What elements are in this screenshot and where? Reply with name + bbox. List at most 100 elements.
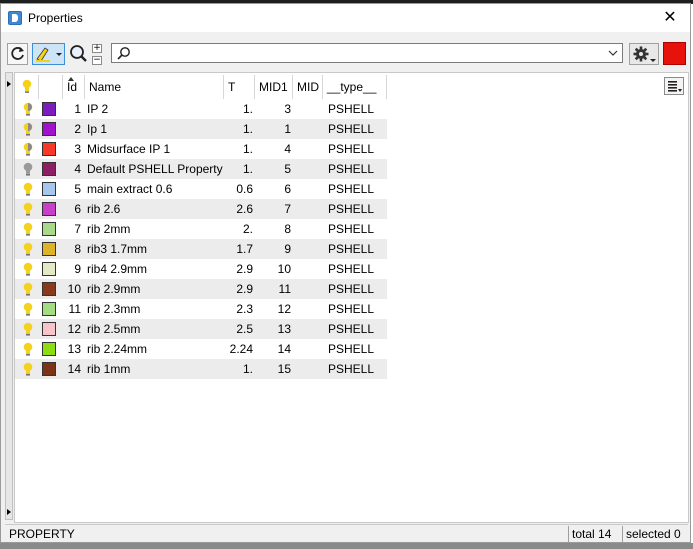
lightbulb-icon[interactable] bbox=[23, 282, 33, 296]
header-name[interactable]: Name bbox=[85, 75, 224, 99]
chevron-down-icon[interactable] bbox=[608, 46, 618, 60]
column-chooser-button[interactable] bbox=[664, 77, 684, 95]
table-row[interactable]: 10 rib 2.9mm 2.9 11 PSHELL bbox=[15, 279, 387, 299]
cell-name: Midsurface IP 1 bbox=[87, 142, 171, 156]
zoom-button[interactable] bbox=[68, 43, 89, 65]
cell-id: 5 bbox=[74, 182, 81, 196]
lightbulb-icon[interactable] bbox=[23, 142, 33, 156]
color-swatch[interactable] bbox=[42, 182, 56, 196]
color-button[interactable] bbox=[663, 42, 686, 65]
cell-mid1: 5 bbox=[284, 162, 291, 176]
close-icon: ✕ bbox=[663, 9, 677, 26]
cell-name: main extract 0.6 bbox=[87, 182, 173, 196]
cell-t: 1. bbox=[242, 102, 253, 116]
lightbulb-icon[interactable] bbox=[23, 302, 33, 316]
table-row[interactable]: 11 rib 2.3mm 2.3 12 PSHELL bbox=[15, 299, 387, 319]
header-color[interactable] bbox=[39, 75, 63, 99]
table-row[interactable]: 2 Ip 1 1. 1 PSHELL bbox=[15, 119, 387, 139]
table-row[interactable]: 3 Midsurface IP 1 1. 4 PSHELL bbox=[15, 139, 387, 159]
header-visibility[interactable] bbox=[15, 75, 39, 99]
lightbulb-icon[interactable] bbox=[23, 182, 33, 196]
table-row[interactable]: 12 rib 2.5mm 2.5 13 PSHELL bbox=[15, 319, 387, 339]
lightbulb-icon[interactable] bbox=[23, 342, 33, 356]
expand-arrow-icon bbox=[7, 81, 11, 87]
highlight-icon bbox=[36, 47, 62, 62]
lightbulb-icon[interactable] bbox=[23, 262, 33, 276]
color-swatch[interactable] bbox=[42, 102, 56, 116]
search-input[interactable] bbox=[134, 45, 594, 61]
cell-t: 2.3 bbox=[236, 302, 253, 316]
header-mid[interactable]: MID bbox=[293, 75, 323, 99]
table-row[interactable]: 4 Default PSHELL Property 1. 5 PSHELL bbox=[15, 159, 387, 179]
table-row[interactable]: 5 main extract 0.6 0.6 6 PSHELL bbox=[15, 179, 387, 199]
color-swatch[interactable] bbox=[42, 262, 56, 276]
cell-mid bbox=[293, 339, 321, 359]
cell-mid bbox=[293, 279, 321, 299]
cell-id: 14 bbox=[67, 362, 81, 376]
table-row[interactable]: 14 rib 1mm 1. 15 PSHELL bbox=[15, 359, 387, 379]
settings-button[interactable] bbox=[629, 43, 659, 65]
table-row[interactable]: 9 rib4 2.9mm 2.9 10 PSHELL bbox=[15, 259, 387, 279]
table-row[interactable]: 6 rib 2.6 2.6 7 PSHELL bbox=[15, 199, 387, 219]
cell-mid bbox=[293, 139, 321, 159]
cell-name: rib 2mm bbox=[87, 222, 131, 236]
close-button[interactable]: ✕ bbox=[650, 4, 690, 32]
cell-type: PSHELL bbox=[328, 122, 375, 136]
cell-name: rib 1mm bbox=[87, 362, 131, 376]
lightbulb-icon[interactable] bbox=[23, 122, 33, 136]
lightbulb-icon[interactable] bbox=[23, 322, 33, 336]
header-id-label: Id bbox=[67, 80, 78, 94]
cell-mid1: 1 bbox=[284, 122, 291, 136]
cell-mid1: 10 bbox=[277, 262, 291, 276]
header-type-label: __type__ bbox=[327, 80, 377, 94]
left-collapse-strip[interactable] bbox=[5, 72, 13, 520]
refresh-button[interactable] bbox=[7, 43, 28, 65]
table-row[interactable]: 1 IP 2 1. 3 PSHELL bbox=[15, 99, 387, 119]
lightbulb-icon[interactable] bbox=[23, 102, 33, 116]
column-chooser-icon bbox=[668, 81, 682, 92]
lightbulb-icon[interactable] bbox=[23, 242, 33, 256]
table-row[interactable]: 13 rib 2.24mm 2.24 14 PSHELL bbox=[15, 339, 387, 359]
search-field[interactable] bbox=[111, 43, 623, 63]
header-mid1[interactable]: MID1 bbox=[255, 75, 293, 99]
cell-mid1: 8 bbox=[284, 222, 291, 236]
header-id[interactable]: Id bbox=[63, 75, 85, 99]
color-swatch[interactable] bbox=[42, 242, 56, 256]
table-row[interactable]: 7 rib 2mm 2. 8 PSHELL bbox=[15, 219, 387, 239]
cell-id: 1 bbox=[74, 102, 81, 116]
color-swatch[interactable] bbox=[42, 142, 56, 156]
cell-name: rib 2.3mm bbox=[87, 302, 141, 316]
header-type[interactable]: __type__ bbox=[323, 75, 387, 99]
cell-type: PSHELL bbox=[328, 282, 375, 296]
title-bar: Properties ✕ bbox=[1, 4, 690, 32]
cell-id: 3 bbox=[74, 142, 81, 156]
color-swatch[interactable] bbox=[42, 122, 56, 136]
color-swatch[interactable] bbox=[42, 342, 56, 356]
cell-name: IP 2 bbox=[87, 102, 109, 116]
lightbulb-icon[interactable] bbox=[23, 222, 33, 236]
cell-mid1: 6 bbox=[284, 182, 291, 196]
color-swatch[interactable] bbox=[42, 162, 56, 176]
minus-button[interactable]: − bbox=[92, 56, 102, 65]
color-swatch[interactable] bbox=[42, 282, 56, 296]
color-swatch[interactable] bbox=[42, 202, 56, 216]
color-swatch[interactable] bbox=[42, 322, 56, 336]
color-swatch[interactable] bbox=[42, 302, 56, 316]
header-t[interactable]: T bbox=[224, 75, 255, 99]
status-selected: selected 0 bbox=[622, 526, 684, 542]
status-bar: PROPERTY total 14 selected 0 bbox=[5, 524, 688, 543]
plus-button[interactable]: + bbox=[92, 44, 102, 53]
cell-id: 8 bbox=[74, 242, 81, 256]
lightbulb-icon[interactable] bbox=[23, 202, 33, 216]
color-swatch[interactable] bbox=[42, 222, 56, 236]
lightbulb-icon[interactable] bbox=[23, 362, 33, 376]
cell-mid1: 4 bbox=[284, 142, 291, 156]
status-total: total 14 bbox=[568, 526, 614, 542]
table-row[interactable]: 8 rib3 1.7mm 1.7 9 PSHELL bbox=[15, 239, 387, 259]
lightbulb-icon[interactable] bbox=[23, 162, 33, 176]
cell-mid1: 9 bbox=[284, 242, 291, 256]
sort-ascending-icon bbox=[68, 77, 74, 81]
color-swatch[interactable] bbox=[42, 362, 56, 376]
highlight-button[interactable] bbox=[32, 43, 65, 65]
status-entity-type: PROPERTY bbox=[9, 527, 75, 541]
